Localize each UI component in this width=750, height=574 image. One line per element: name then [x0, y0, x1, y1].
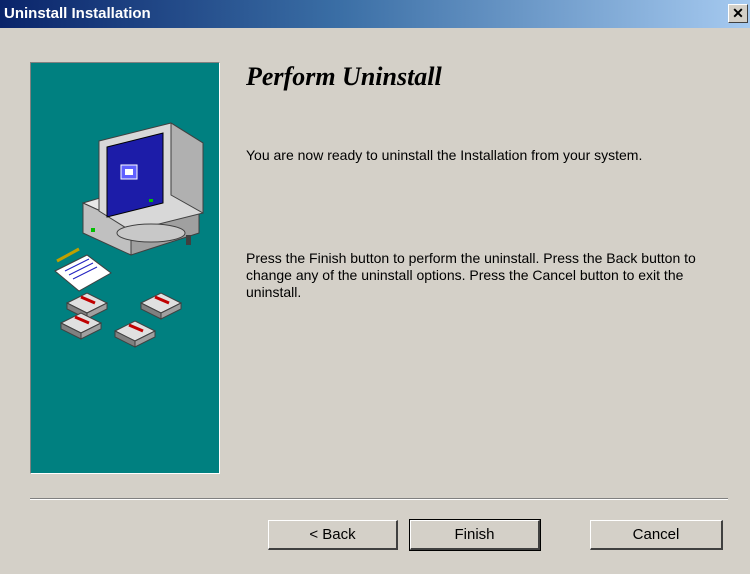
title-bar[interactable]: Uninstall Installation ✕	[0, 0, 750, 28]
ready-message: You are now ready to uninstall the Insta…	[246, 147, 643, 163]
page-title: Perform Uninstall	[246, 62, 442, 91]
finish-button[interactable]: Finish	[409, 519, 541, 551]
close-icon: ✕	[732, 5, 744, 21]
window-title: Uninstall Installation	[4, 5, 151, 22]
computer-with-disks-icon	[54, 122, 204, 348]
button-divider	[30, 498, 728, 500]
instructions-message: Press the Finish button to perform the u…	[246, 250, 696, 300]
side-illustration-panel	[30, 62, 220, 474]
back-button[interactable]: < Back	[268, 520, 398, 550]
close-button[interactable]: ✕	[728, 4, 748, 23]
uninstall-dialog: Uninstall Installation ✕ Perform Uninsta…	[0, 0, 750, 574]
cancel-button[interactable]: Cancel	[590, 520, 723, 550]
